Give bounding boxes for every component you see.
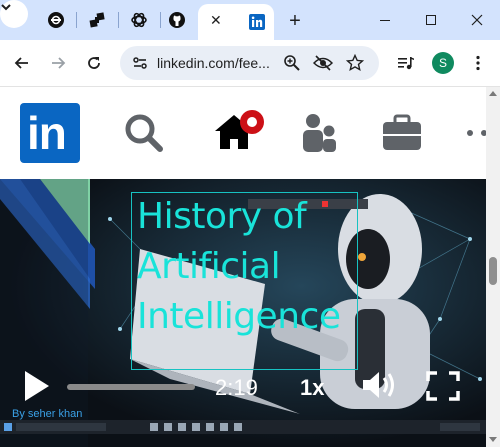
openai-icon — [48, 12, 64, 28]
star-icon[interactable] — [346, 54, 364, 72]
video-author: By seher khan — [12, 408, 83, 420]
forward-button[interactable] — [44, 49, 72, 77]
maximize-button[interactable] — [416, 8, 446, 32]
more-vertical-icon — [476, 55, 480, 71]
linkedin-logo[interactable]: in — [20, 103, 80, 163]
tab-linkedin[interactable]: ✕ — [198, 4, 274, 40]
home-icon[interactable] — [212, 107, 268, 159]
fullscreen-icon[interactable] — [426, 371, 460, 401]
new-tab-button[interactable]: + — [282, 8, 308, 34]
maximize-icon — [426, 15, 436, 25]
browser-toolbar: linkedin.com/fee... S — [0, 40, 500, 87]
embedded-taskbar — [0, 420, 486, 434]
plus-icon: + — [289, 9, 301, 32]
logo-text: in — [27, 107, 67, 159]
tab-search-button[interactable] — [0, 0, 28, 28]
minimize-icon — [380, 20, 390, 21]
play-icon[interactable] — [22, 369, 52, 403]
scroll-down-icon[interactable] — [489, 437, 497, 442]
minimize-button[interactable] — [370, 8, 400, 32]
github-icon — [169, 12, 185, 28]
zoom-icon[interactable] — [283, 54, 301, 72]
page-content: in History of Artificial Intelligence 2:… — [0, 87, 486, 447]
playlist-icon — [398, 57, 414, 70]
address-bar[interactable]: linkedin.com/fee... — [120, 46, 379, 80]
video-title-line-1: History of — [137, 196, 307, 237]
playback-time: 2:19 — [215, 375, 258, 400]
more-horizontal-icon[interactable] — [462, 109, 486, 157]
eye-off-icon[interactable] — [313, 54, 333, 72]
tab-openai[interactable] — [37, 6, 75, 34]
profile-avatar[interactable]: S — [432, 52, 454, 74]
search-icon[interactable] — [120, 109, 168, 157]
reload-icon — [88, 57, 100, 69]
media-control-button[interactable] — [392, 49, 420, 77]
video-title-line-3: Intelligence — [137, 296, 341, 337]
tab-separator — [76, 12, 77, 28]
close-icon — [471, 14, 483, 26]
my-network-icon[interactable] — [296, 109, 344, 157]
linkedin-icon — [249, 14, 265, 30]
tab-chatgpt[interactable] — [120, 6, 158, 34]
video-player[interactable]: History of Artificial Intelligence 2:19 … — [0, 179, 486, 447]
scroll-up-icon[interactable] — [489, 91, 497, 96]
back-button[interactable] — [8, 49, 36, 77]
openai-icon — [131, 12, 147, 28]
video-title-line-2: Artificial — [137, 246, 281, 287]
tab-close-button[interactable]: ✕ — [210, 12, 222, 29]
tab-github[interactable] — [158, 6, 196, 34]
site-settings-icon[interactable] — [132, 55, 148, 71]
taskbar-icons — [4, 423, 480, 431]
tab-separator — [118, 12, 119, 28]
arrow-right-icon — [52, 57, 66, 69]
page-scrollbar[interactable] — [486, 87, 500, 447]
link-icon — [89, 12, 105, 28]
close-window-button[interactable] — [462, 8, 492, 32]
playback-speed-button[interactable]: 1x — [300, 375, 324, 401]
url-text[interactable]: linkedin.com/fee... — [157, 55, 270, 71]
progress-bar[interactable] — [67, 384, 195, 390]
chevron-down-icon — [1, 4, 11, 11]
tab-network[interactable] — [78, 6, 116, 34]
tab-strip: ✕ + — [0, 0, 500, 40]
volume-icon[interactable] — [361, 369, 399, 401]
menu-button[interactable] — [464, 49, 492, 77]
arrow-left-icon — [14, 57, 28, 69]
scroll-thumb[interactable] — [489, 257, 497, 285]
reload-button[interactable] — [80, 49, 108, 77]
briefcase-icon[interactable] — [378, 109, 426, 157]
